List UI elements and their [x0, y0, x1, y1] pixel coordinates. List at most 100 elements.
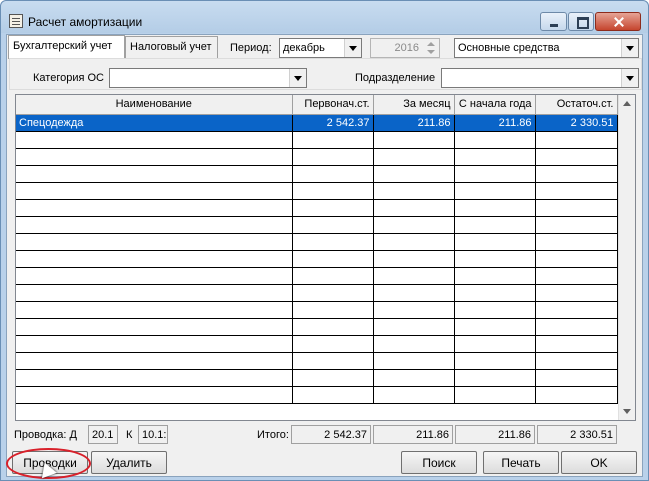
category-select[interactable] — [109, 68, 307, 88]
column-header-ytd[interactable]: С начала года — [454, 95, 536, 115]
scroll-up-icon[interactable] — [619, 95, 635, 112]
table-row[interactable] — [16, 131, 618, 149]
table-cell — [535, 335, 618, 353]
table-cell — [373, 301, 455, 319]
column-header-name[interactable]: Наименование — [16, 95, 293, 115]
table-cell — [373, 386, 455, 404]
table-row[interactable] — [16, 165, 618, 183]
table-cell — [454, 301, 536, 319]
table-row[interactable] — [16, 335, 618, 353]
title-bar[interactable]: Расчет амортизации — [1, 1, 648, 33]
table-row[interactable] — [16, 216, 618, 234]
division-select[interactable] — [441, 68, 639, 88]
table-cell — [535, 386, 618, 404]
table-row[interactable] — [16, 369, 618, 387]
table-cell — [373, 318, 455, 336]
table-row[interactable]: Спецодежда 2 542.37 211.86 211.86 2 330.51 — [16, 114, 618, 132]
asset-type-value: Основные средства — [458, 42, 560, 54]
vertical-scrollbar[interactable] — [618, 95, 635, 420]
table-cell — [535, 216, 618, 234]
tab-accounting[interactable]: Бухгалтерский учет — [8, 35, 125, 59]
table-cell — [454, 216, 536, 234]
table-cell — [373, 165, 455, 183]
division-label: Подразделение — [355, 72, 436, 84]
table-row[interactable] — [16, 182, 618, 200]
table-cell — [535, 318, 618, 336]
table-cell — [16, 182, 293, 200]
table-cell — [454, 284, 536, 302]
spin-up-icon[interactable] — [424, 40, 438, 48]
table-cell — [454, 267, 536, 285]
column-header-residual[interactable]: Остаточ.ст. — [535, 95, 618, 115]
table-row[interactable] — [16, 148, 618, 166]
table-cell — [292, 250, 374, 268]
posting-label: Проводка: Д — [14, 429, 77, 441]
tab-label: Бухгалтерский учет — [13, 40, 113, 52]
column-header-month[interactable]: За месяц — [373, 95, 455, 115]
table-row[interactable] — [16, 233, 618, 251]
period-month-select[interactable]: декабрь — [279, 38, 362, 58]
table-cell — [292, 131, 374, 149]
table-row[interactable] — [16, 284, 618, 302]
maximize-button[interactable] — [568, 12, 594, 31]
total-ytd: 211.86 — [455, 425, 535, 444]
table-cell — [16, 386, 293, 404]
total-label: Итого: — [257, 429, 289, 441]
table-row[interactable] — [16, 352, 618, 370]
search-button[interactable]: Поиск — [401, 451, 477, 474]
table-row[interactable] — [16, 267, 618, 285]
table-cell — [16, 250, 293, 268]
table-cell — [292, 148, 374, 166]
period-year-spinner[interactable]: 2016 — [370, 38, 440, 58]
ok-button[interactable]: OK — [561, 451, 637, 474]
table-cell — [292, 335, 374, 353]
table-row[interactable] — [16, 318, 618, 336]
table-cell — [292, 284, 374, 302]
table-cell — [373, 131, 455, 149]
print-button[interactable]: Печать — [483, 451, 559, 474]
table-cell — [292, 182, 374, 200]
chevron-down-icon[interactable] — [621, 39, 638, 57]
chevron-down-icon[interactable] — [621, 69, 638, 87]
category-label: Категория ОС — [33, 72, 104, 84]
close-button[interactable] — [595, 12, 641, 31]
debit-account-field[interactable]: 20.1 — [88, 425, 118, 444]
delete-button[interactable]: Удалить — [91, 451, 167, 474]
table-cell — [16, 352, 293, 370]
asset-type-select[interactable]: Основные средства — [454, 38, 639, 58]
minimize-button[interactable] — [540, 12, 567, 31]
total-residual: 2 330.51 — [537, 425, 617, 444]
table-row[interactable] — [16, 199, 618, 217]
credit-account-field[interactable]: 10.1: — [138, 425, 168, 444]
main-window: Расчет амортизации Бухгалтерский учет На… — [0, 0, 649, 481]
table-cell — [373, 216, 455, 234]
table-cell — [535, 301, 618, 319]
table-cell — [16, 284, 293, 302]
depreciation-table[interactable]: Наименование Первонач.ст. За месяц С нач… — [15, 94, 636, 421]
chevron-down-icon[interactable] — [344, 39, 361, 57]
table-cell — [373, 182, 455, 200]
table-cell — [454, 165, 536, 183]
chevron-down-icon[interactable] — [289, 69, 306, 87]
table-cell — [292, 352, 374, 370]
table-cell: 2 330.51 — [535, 114, 618, 132]
total-month: 211.86 — [373, 425, 453, 444]
table-cell — [535, 352, 618, 370]
table-cell — [373, 352, 455, 370]
client-area: Бухгалтерский учет Налоговый учет Период… — [6, 34, 643, 477]
table-cell — [535, 199, 618, 217]
table-cell — [16, 318, 293, 336]
tab-tax[interactable]: Налоговый учет — [125, 36, 218, 58]
table-row[interactable] — [16, 386, 618, 404]
table-cell — [373, 199, 455, 217]
table-cell — [16, 216, 293, 234]
table-row[interactable] — [16, 301, 618, 319]
scroll-down-icon[interactable] — [619, 403, 635, 420]
table-cell — [373, 233, 455, 251]
spin-down-icon[interactable] — [424, 48, 438, 56]
table-cell — [454, 199, 536, 217]
column-header-initial-cost[interactable]: Первонач.ст. — [292, 95, 374, 115]
table-row[interactable] — [16, 250, 618, 268]
table-cell — [454, 148, 536, 166]
table-cell — [454, 250, 536, 268]
